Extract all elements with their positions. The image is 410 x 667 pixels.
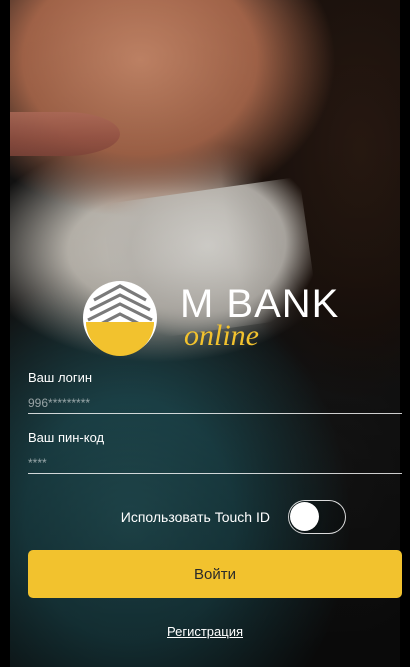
register-link[interactable]: Регистрация	[0, 624, 410, 639]
touch-id-label: Использовать Touch ID	[120, 509, 270, 525]
pin-label: Ваш пин-код	[28, 430, 105, 445]
toggle-knob	[290, 502, 319, 531]
login-input[interactable]	[28, 388, 402, 414]
login-field-group: Ваш логин	[28, 368, 402, 428]
pin-input[interactable]	[28, 448, 402, 474]
login-screen: M BANK online Ваш логин Ваш пин-код Испо…	[0, 0, 410, 667]
login-button[interactable]: Войти	[28, 550, 402, 598]
pin-field-group: Ваш пин-код	[28, 428, 402, 488]
login-label: Ваш логин	[28, 370, 93, 385]
screen-edge	[0, 0, 10, 667]
mbank-logo-icon	[83, 281, 157, 356]
brand-logo: M BANK online	[80, 278, 360, 368]
touch-id-row: Использовать Touch ID	[28, 500, 402, 536]
login-form: Ваш логин Ваш пин-код	[28, 368, 402, 488]
touch-id-toggle[interactable]	[288, 500, 346, 534]
brand-tagline: online	[184, 319, 259, 352]
